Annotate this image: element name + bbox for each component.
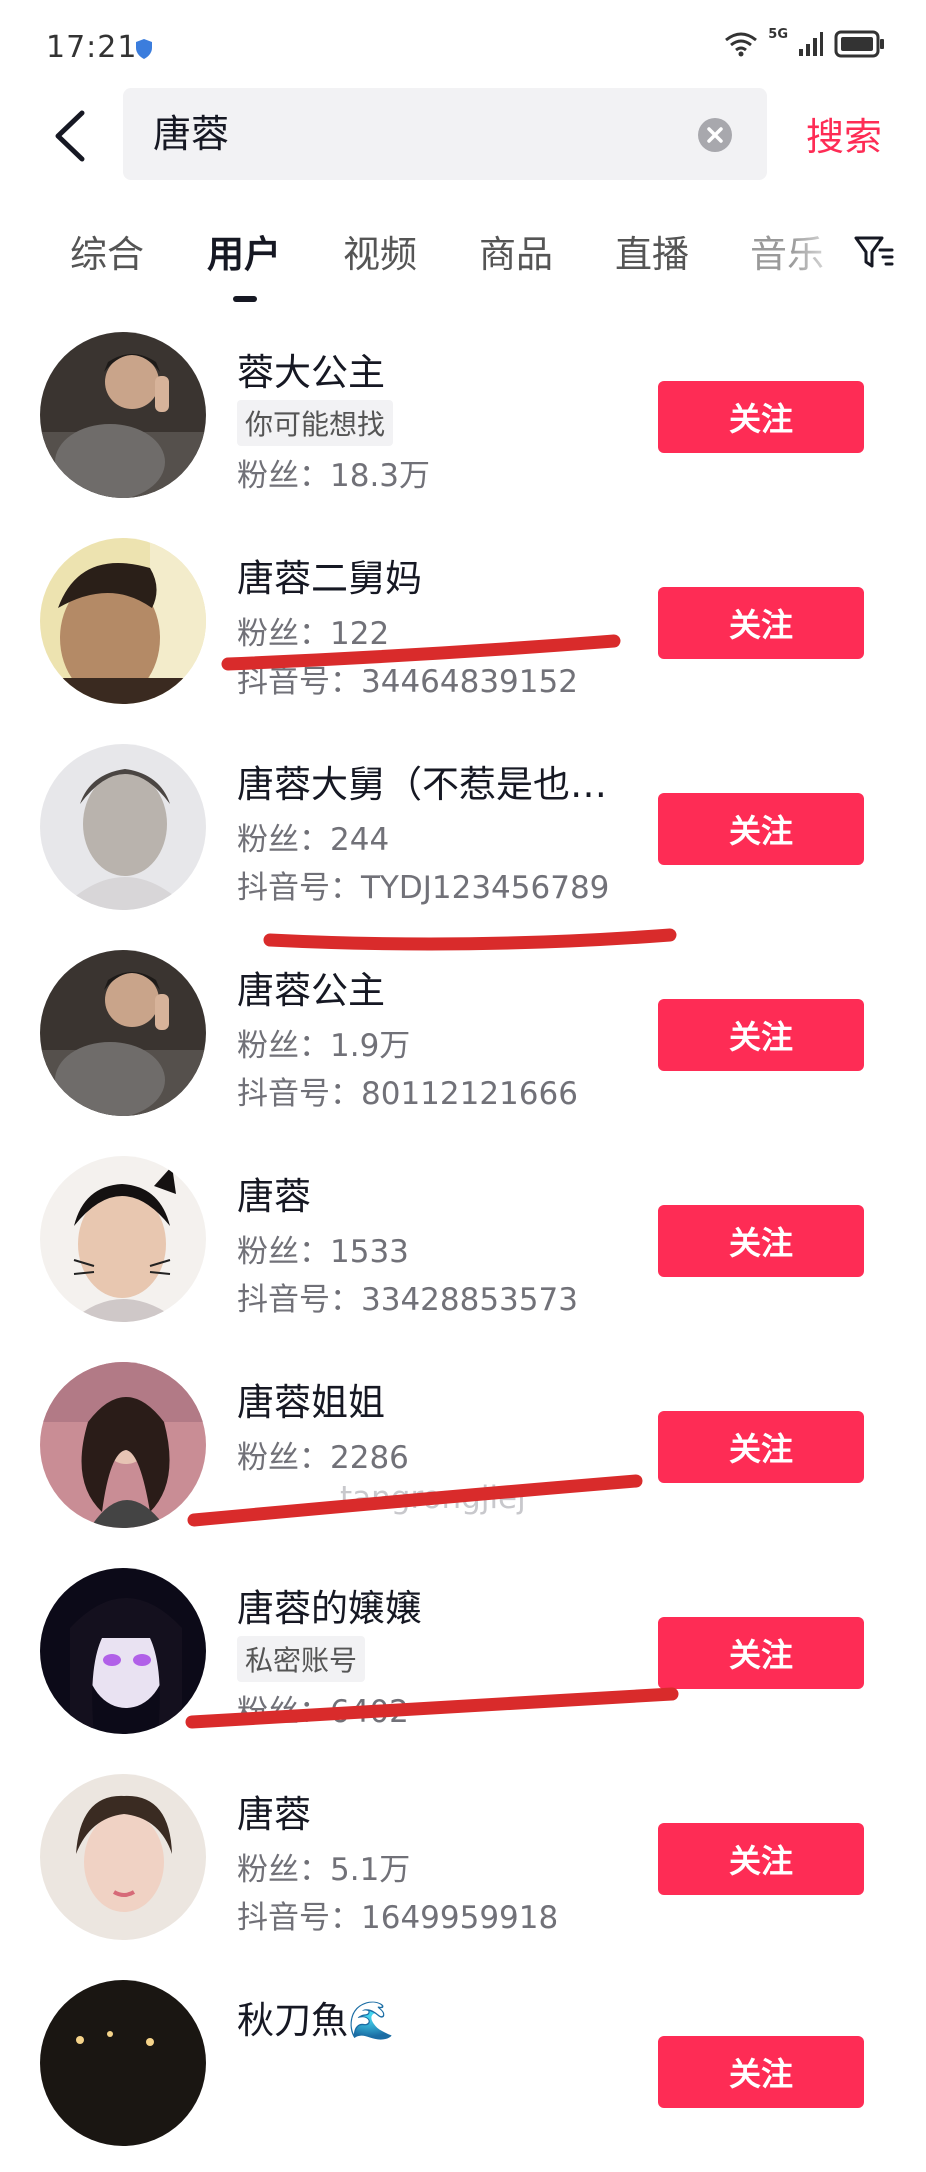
user-row[interactable]: 蓉大公主 你可能想找 粉丝：18.3万 关注	[0, 318, 926, 524]
wifi-icon	[725, 32, 758, 57]
follow-button[interactable]: 关注	[658, 1411, 864, 1483]
user-name: 唐蓉公主	[237, 969, 385, 1012]
user-name: 唐蓉	[237, 1793, 311, 1836]
battery-icon	[834, 30, 884, 58]
user-row[interactable]: 唐蓉的嬢嬢 私密账号 粉丝：6402 关注	[0, 1554, 926, 1760]
user-name: 蓉大公主	[237, 351, 385, 394]
user-row[interactable]: 唐蓉公主 粉丝：1.9万 抖音号：80112121666 关注	[0, 936, 926, 1142]
user-row[interactable]: 唐蓉大舅（不惹是也… 粉丝：244 抖音号：TYDJ123456789 关注	[0, 730, 926, 936]
tab-users[interactable]: 用户	[207, 224, 281, 278]
private-account-tag: 私密账号	[237, 1636, 366, 1682]
follow-button[interactable]: 关注	[658, 1617, 864, 1689]
user-row[interactable]: 唐蓉 粉丝：1533 抖音号：33428853573 关注	[0, 1142, 926, 1348]
tab-fade	[790, 210, 850, 290]
user-name: 唐蓉	[237, 1175, 311, 1218]
fans-count: 粉丝：5.1万	[237, 1852, 411, 1888]
avatar[interactable]	[40, 332, 206, 498]
search-box[interactable]	[123, 88, 767, 180]
active-tab-indicator	[233, 296, 257, 302]
user-name: 唐蓉的嬢嬢	[237, 1587, 422, 1630]
search-button[interactable]: 搜索	[806, 106, 882, 161]
follow-button[interactable]: 关注	[658, 1205, 864, 1277]
user-list: 蓉大公主 你可能想找 粉丝：18.3万 关注 唐蓉二舅妈 粉丝：122 抖音号：…	[0, 318, 926, 2172]
fans-count: 粉丝：18.3万	[237, 458, 431, 494]
search-header: 搜索	[0, 88, 926, 184]
follow-button[interactable]: 关注	[658, 381, 864, 453]
network-label: 5G	[768, 26, 788, 42]
avatar[interactable]	[40, 950, 206, 1116]
user-name: 秋刀魚🌊	[237, 1999, 395, 2042]
back-button[interactable]	[40, 106, 100, 166]
avatar[interactable]	[40, 744, 206, 910]
fans-count: 粉丝：122	[237, 616, 390, 652]
clear-icon[interactable]	[697, 117, 733, 153]
result-tabs: 综合 用户 视频 商品 直播 音乐	[0, 210, 926, 310]
follow-button[interactable]: 关注	[658, 1823, 864, 1895]
status-time: 17:21	[46, 30, 138, 65]
follow-button[interactable]: 关注	[658, 2036, 864, 2108]
suggestion-tag: 你可能想找	[237, 400, 394, 446]
follow-button[interactable]: 关注	[658, 999, 864, 1071]
user-row[interactable]: 唐蓉姐姐 粉丝：2286 tangrongjiej 关注	[0, 1348, 926, 1554]
status-bar: 17:21 5G	[0, 0, 926, 100]
user-name: 唐蓉大舅（不惹是也…	[237, 763, 607, 806]
filter-icon[interactable]	[852, 230, 896, 274]
avatar[interactable]	[40, 1774, 206, 1940]
douyin-id: tangrongjiej	[340, 1480, 526, 1516]
tab-live[interactable]: 直播	[615, 224, 689, 278]
tab-videos[interactable]: 视频	[343, 224, 417, 278]
tab-comprehensive[interactable]: 综合	[70, 224, 144, 278]
avatar[interactable]	[40, 1568, 206, 1734]
signal-icon	[799, 32, 823, 56]
search-input[interactable]	[153, 88, 693, 180]
fans-count: 粉丝：244	[237, 822, 390, 858]
user-row[interactable]: 秋刀魚🌊 关注	[0, 1966, 926, 2172]
douyin-id: 抖音号：34464839152	[237, 664, 578, 700]
avatar[interactable]	[40, 538, 206, 704]
user-row[interactable]: 唐蓉二舅妈 粉丝：122 抖音号：34464839152 关注	[0, 524, 926, 730]
douyin-id: 抖音号：33428853573	[237, 1282, 578, 1318]
back-arrow-icon	[55, 110, 85, 162]
fans-count: 粉丝：6402	[237, 1694, 409, 1730]
douyin-id: 抖音号：TYDJ123456789	[237, 870, 610, 906]
fans-count: 粉丝：2286	[237, 1440, 409, 1476]
follow-button[interactable]: 关注	[658, 793, 864, 865]
douyin-id: 抖音号：80112121666	[237, 1076, 578, 1112]
user-name: 唐蓉二舅妈	[237, 557, 422, 600]
avatar[interactable]	[40, 1980, 206, 2146]
avatar[interactable]	[40, 1156, 206, 1322]
douyin-id: 抖音号：1649959918	[237, 1900, 559, 1936]
fans-count: 粉丝：1.9万	[237, 1028, 411, 1064]
status-icons: 5G	[724, 26, 886, 58]
follow-button[interactable]: 关注	[658, 587, 864, 659]
fans-count: 粉丝：1533	[237, 1234, 409, 1270]
avatar[interactable]	[40, 1362, 206, 1528]
tab-products[interactable]: 商品	[479, 224, 553, 278]
user-name: 唐蓉姐姐	[237, 1381, 385, 1424]
user-row[interactable]: 唐蓉 粉丝：5.1万 抖音号：1649959918 关注	[0, 1760, 926, 1966]
shield-icon	[136, 39, 152, 59]
